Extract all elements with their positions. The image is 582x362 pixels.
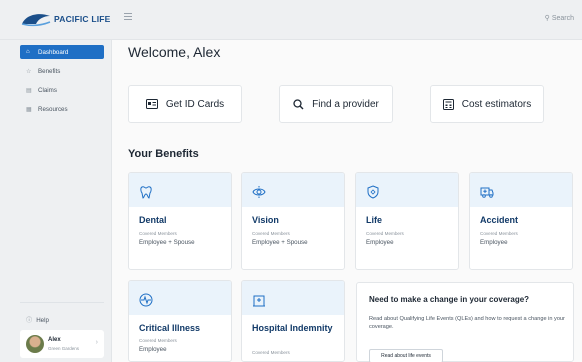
home-icon: ⌂ xyxy=(26,49,30,55)
hamburger-menu-icon[interactable] xyxy=(124,13,134,23)
covered-members-value: Employee xyxy=(139,346,167,353)
search-icon xyxy=(293,98,304,110)
help-label: Help xyxy=(36,317,49,324)
coverage-change-text: Read about Qualifying Life Events (QLEs)… xyxy=(369,316,565,330)
covered-members-label: Covered Members xyxy=(480,231,518,236)
pacific-life-logo[interactable]: PACIFIC LIFE xyxy=(20,10,116,30)
covered-members-label: Covered Members xyxy=(252,231,290,236)
eye-icon xyxy=(252,186,266,198)
sidebar-divider xyxy=(20,302,104,303)
covered-members-value: Employee xyxy=(366,239,394,246)
action-label: Cost estimators xyxy=(461,98,532,110)
sidebar-item-claims[interactable]: ▤ Claims xyxy=(20,83,104,97)
top-bar: PACIFIC LIFE ⚲ Search xyxy=(0,0,582,40)
search-button[interactable]: ⚲ Search xyxy=(545,14,574,22)
book-icon: ▦ xyxy=(26,106,32,113)
ambulance-icon xyxy=(480,187,494,198)
card-title: Life xyxy=(366,215,383,225)
sidebar: ⌂ Dashboard ☆ Benefits ▤ Claims ▦ Resources … xyxy=(0,40,112,362)
covered-members-value: Employee + Spouse xyxy=(252,239,308,246)
card-title: Dental xyxy=(139,215,167,225)
document-icon: ▤ xyxy=(26,87,32,94)
find-a-provider-button[interactable]: Find a provider xyxy=(279,85,393,123)
logo-text: PACIFIC LIFE xyxy=(54,14,111,24)
benefit-card-dental[interactable]: Dental Covered Members Employee + Spouse xyxy=(128,172,232,270)
covered-members-label: Covered Members xyxy=(366,231,404,236)
shield-icon xyxy=(367,185,379,199)
tooth-icon xyxy=(140,186,152,199)
sidebar-item-label: Dashboard xyxy=(38,48,69,56)
covered-members-label: Covered Members xyxy=(139,338,177,343)
benefit-card-critical-illness[interactable]: Critical Illness Covered Members Employe… xyxy=(128,280,232,362)
sidebar-item-resources[interactable]: ▦ Resources xyxy=(20,102,104,116)
help-link[interactable]: ⓘ Help xyxy=(26,315,49,324)
card-title: Accident xyxy=(480,215,519,225)
star-icon: ☆ xyxy=(26,68,32,75)
user-profile-card[interactable]: Alex Green Gardens › xyxy=(20,330,104,358)
benefit-card-hospital-indemnity[interactable]: Hospital Indemnity Covered Members xyxy=(241,280,345,362)
page-title: Welcome, Alex xyxy=(128,44,221,60)
covered-members-value: Employee xyxy=(480,239,508,246)
help-circle-icon: ⓘ xyxy=(26,317,33,324)
user-name: Alex xyxy=(48,337,61,343)
avatar xyxy=(26,335,44,353)
chevron-right-icon: › xyxy=(95,339,98,346)
sidebar-item-label: Benefits xyxy=(38,67,61,75)
action-label: Find a provider xyxy=(312,98,379,110)
search-icon: ⚲ xyxy=(544,15,550,22)
cost-estimators-button[interactable]: Cost estimators xyxy=(430,85,544,123)
sidebar-item-benefits[interactable]: ☆ Benefits xyxy=(20,64,104,78)
calculator-icon xyxy=(442,98,454,110)
benefit-card-vision[interactable]: Vision Covered Members Employee + Spouse xyxy=(241,172,345,270)
benefit-card-life[interactable]: Life Covered Members Employee xyxy=(355,172,459,270)
covered-members-label: Covered Members xyxy=(139,231,177,236)
card-title: Vision xyxy=(252,215,279,225)
read-about-life-events-button[interactable]: Read about life events xyxy=(369,349,443,362)
covered-members-value: Employee + Spouse xyxy=(139,239,195,246)
hospital-icon xyxy=(253,295,265,307)
sidebar-item-dashboard[interactable]: ⌂ Dashboard xyxy=(20,45,104,59)
get-id-cards-button[interactable]: Get ID Cards xyxy=(128,85,242,123)
action-label: Get ID Cards xyxy=(165,98,225,110)
covered-members-label: Covered Members xyxy=(252,350,290,355)
coverage-change-title: Need to make a change in your coverage? xyxy=(369,295,530,304)
sidebar-item-label: Claims xyxy=(38,86,57,94)
id-card-icon xyxy=(145,99,158,109)
card-title: Hospital Indemnity xyxy=(252,323,333,333)
your-benefits-heading: Your Benefits xyxy=(128,148,199,160)
card-title: Critical Illness xyxy=(139,323,201,333)
user-organization: Green Gardens xyxy=(48,346,80,351)
coverage-change-panel: Need to make a change in your coverage? … xyxy=(356,282,574,362)
heartbeat-icon xyxy=(139,293,153,307)
whale-logo-icon xyxy=(21,14,51,27)
benefit-card-accident[interactable]: Accident Covered Members Employee xyxy=(469,172,573,270)
sidebar-item-label: Resources xyxy=(38,105,68,113)
search-label: Search xyxy=(551,15,574,22)
